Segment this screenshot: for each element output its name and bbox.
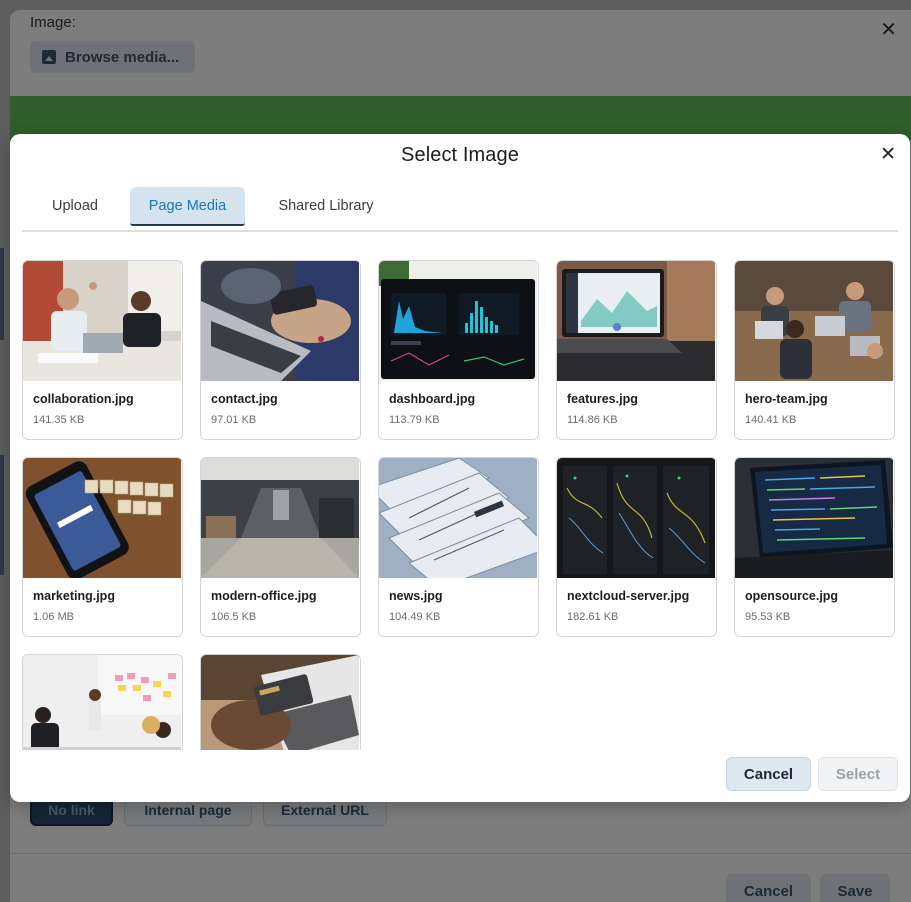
select-button[interactable]: Select bbox=[818, 757, 898, 791]
background-side-edge bbox=[0, 248, 4, 340]
media-card-modern-office[interactable]: modern-office.jpg 106.5 KB bbox=[200, 457, 361, 637]
file-name: contact.jpg bbox=[211, 392, 278, 406]
thumbnail-image bbox=[557, 261, 715, 381]
file-name: nextcloud-server.jpg bbox=[567, 589, 690, 603]
file-size: 182.61 KB bbox=[567, 611, 619, 623]
file-name: hero-team.jpg bbox=[745, 392, 828, 406]
thumbnail-image bbox=[379, 261, 537, 381]
file-name: news.jpg bbox=[389, 589, 443, 603]
file-size: 95.53 KB bbox=[745, 611, 791, 623]
footer-divider bbox=[10, 853, 911, 854]
thumbnail-image bbox=[379, 458, 537, 578]
thumbnail-image bbox=[557, 458, 715, 578]
media-card-team-meeting[interactable] bbox=[22, 654, 183, 750]
media-card-opensource[interactable]: opensource.jpg 95.53 KB bbox=[734, 457, 895, 637]
modal-title: Select Image bbox=[401, 144, 519, 166]
file-size: 114.86 KB bbox=[567, 414, 618, 426]
media-card-news[interactable]: news.jpg 104.49 KB bbox=[378, 457, 539, 637]
thumbnail-image bbox=[23, 655, 181, 750]
file-size: 140.41 KB bbox=[745, 414, 797, 426]
file-name: dashboard.jpg bbox=[389, 392, 476, 406]
background-close-icon: ✕ bbox=[880, 19, 897, 41]
thumbnail-image bbox=[735, 458, 893, 578]
media-card-payment[interactable] bbox=[200, 654, 361, 750]
file-size: 141.35 KB bbox=[33, 414, 85, 426]
media-source-tabs: Upload Page Media Shared Library bbox=[22, 187, 898, 232]
file-name: collaboration.jpg bbox=[33, 392, 134, 406]
thumbnail-image bbox=[23, 261, 181, 381]
tab-upload[interactable]: Upload bbox=[22, 187, 128, 224]
image-icon bbox=[42, 50, 56, 64]
file-size: 1.06 MB bbox=[33, 611, 74, 623]
media-card-dashboard[interactable]: dashboard.jpg 113.79 KB bbox=[378, 260, 539, 440]
select-image-modal: Select Image ✕ Upload Page Media Shared … bbox=[10, 134, 910, 802]
background-save-button: Save bbox=[820, 874, 890, 902]
thumbnail-image bbox=[201, 458, 359, 578]
file-name: modern-office.jpg bbox=[211, 589, 317, 603]
file-size: 104.49 KB bbox=[389, 611, 441, 623]
file-size: 113.79 KB bbox=[389, 414, 440, 426]
media-card-features[interactable]: features.jpg 114.86 KB bbox=[556, 260, 717, 440]
file-name: features.jpg bbox=[567, 392, 638, 406]
file-size: 106.5 KB bbox=[211, 611, 257, 623]
media-card-nextcloud-server[interactable]: nextcloud-server.jpg 182.61 KB bbox=[556, 457, 717, 637]
tab-shared-library[interactable]: Shared Library bbox=[261, 187, 391, 224]
thumbnail-image bbox=[23, 458, 181, 578]
image-field-label: Image: bbox=[30, 14, 76, 31]
browse-media-label: Browse media... bbox=[65, 48, 180, 66]
media-card-hero-team[interactable]: hero-team.jpg 140.41 KB bbox=[734, 260, 895, 440]
tab-page-media[interactable]: Page Media bbox=[130, 187, 245, 226]
file-name: marketing.jpg bbox=[33, 589, 115, 603]
background-cancel-button: Cancel bbox=[726, 874, 811, 902]
thumbnail-image bbox=[735, 261, 893, 381]
browse-media-button: Browse media... bbox=[30, 41, 195, 73]
close-icon[interactable]: ✕ bbox=[880, 145, 896, 165]
media-card-marketing[interactable]: marketing.jpg 1.06 MB bbox=[22, 457, 183, 637]
media-card-contact[interactable]: contact.jpg 97.01 KB bbox=[200, 260, 361, 440]
file-name: opensource.jpg bbox=[745, 589, 839, 603]
thumbnail-image bbox=[201, 261, 359, 381]
thumbnail-image bbox=[201, 655, 359, 750]
cancel-button[interactable]: Cancel bbox=[726, 757, 811, 791]
file-size: 97.01 KB bbox=[211, 414, 257, 426]
background-side-edge bbox=[0, 455, 4, 575]
media-card-collaboration[interactable]: collaboration.jpg 141.35 KB bbox=[22, 260, 183, 440]
media-grid: collaboration.jpg 141.35 KB contact.jpg … bbox=[22, 260, 898, 750]
